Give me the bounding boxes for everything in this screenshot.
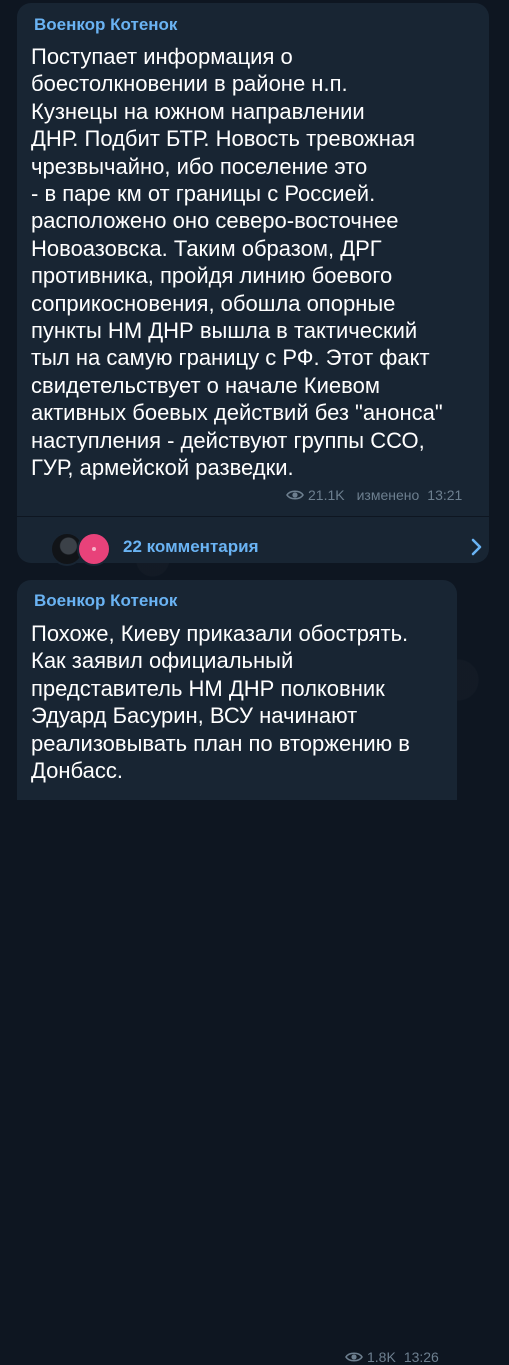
sender-name[interactable]: Военкор Котенок	[34, 591, 177, 611]
message-bubble[interactable]: Военкор Котенок Похоже, Киеву приказали …	[17, 580, 457, 1365]
view-count: 1.8K	[367, 1349, 396, 1365]
edited-label: изменено	[356, 487, 420, 503]
message-meta: 1.8K 13:26	[345, 1349, 439, 1365]
eye-icon	[286, 489, 304, 501]
view-count: 21.1K	[308, 487, 345, 503]
message-text: Похоже, Киеву приказали обострять. Как з…	[31, 621, 410, 784]
comments-count[interactable]: 22 комментария	[123, 537, 259, 557]
comments-button[interactable]: 22 комментария	[17, 517, 489, 566]
message-time: 13:21	[427, 487, 463, 503]
message-meta: 21.1K изменено 13:21	[286, 487, 462, 503]
avatar	[77, 532, 111, 566]
message-time: 13:26	[403, 1349, 439, 1365]
message-text: Поступает информация о боестолкновении в…	[31, 44, 443, 481]
eye-icon	[345, 1351, 363, 1363]
message-bubble[interactable]: Военкор Котенок Поступает информация о б…	[17, 3, 489, 566]
sender-name[interactable]: Военкор Котенок	[34, 15, 177, 35]
chevron-right-icon[interactable]	[471, 538, 483, 556]
